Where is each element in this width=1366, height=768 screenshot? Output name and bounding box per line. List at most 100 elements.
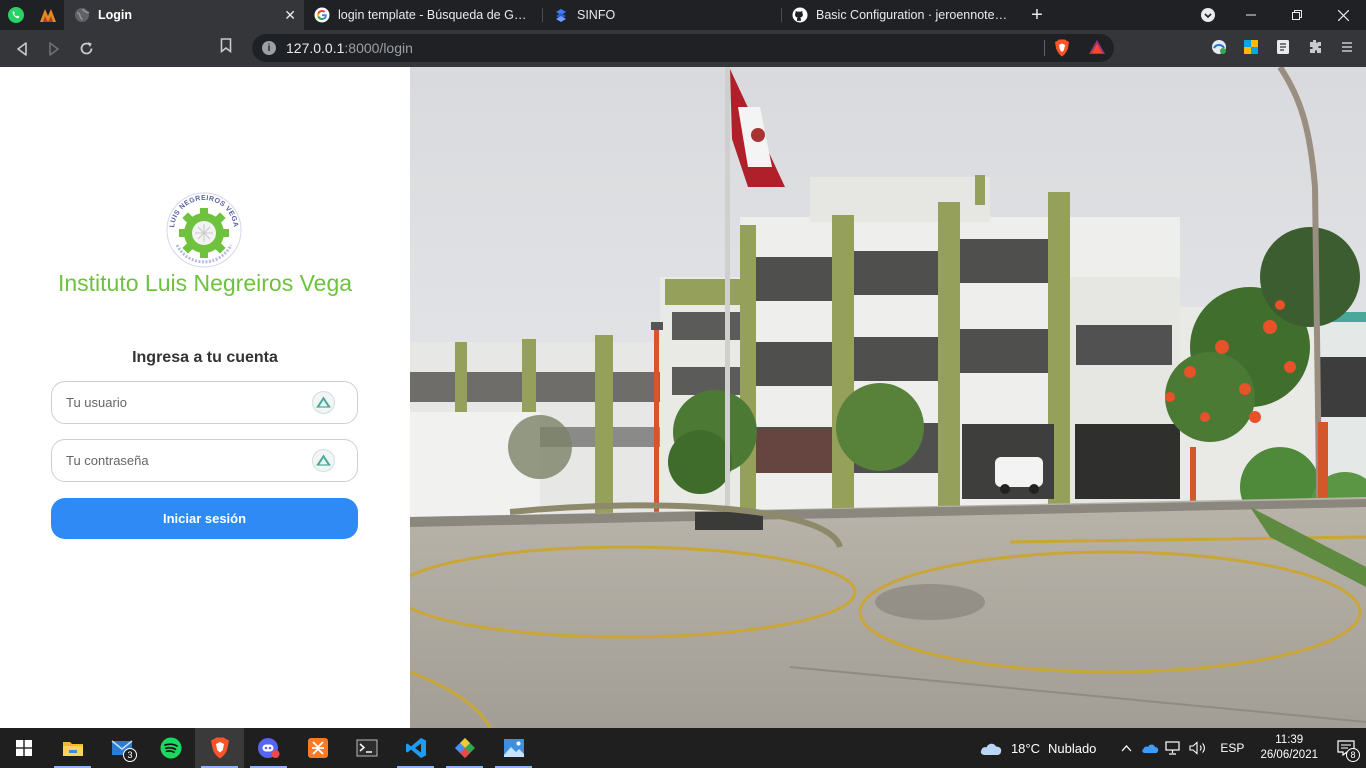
- spotify-icon: [160, 737, 181, 759]
- restore-icon: [1292, 10, 1302, 20]
- notification-badge: 8: [1346, 748, 1360, 762]
- shield-globe-icon: [1212, 40, 1226, 54]
- browser-toolbar: i 127.0.0.1:8000/login: [0, 30, 1366, 67]
- address-bar[interactable]: i 127.0.0.1:8000/login: [252, 34, 1114, 62]
- tab-google-search[interactable]: login template - Búsqueda de Google: [304, 0, 542, 30]
- weather-widget[interactable]: 18°C Nublado: [979, 740, 1096, 756]
- close-tab-icon[interactable]: ✕: [284, 7, 296, 24]
- start-button[interactable]: [0, 728, 48, 768]
- minimize-button[interactable]: [1228, 0, 1274, 30]
- user-field-icon: [312, 391, 335, 414]
- url-host: 127.0.0.1: [286, 40, 345, 56]
- volume-tray-button[interactable]: [1186, 741, 1210, 755]
- extension-notes[interactable]: [1272, 36, 1294, 58]
- campus-photo: [410, 67, 1366, 728]
- taskbar-terminal[interactable]: [342, 728, 391, 768]
- reload-button[interactable]: [70, 34, 102, 64]
- brave-shields-button[interactable]: [1054, 39, 1070, 62]
- taskbar-xampp[interactable]: [293, 728, 342, 768]
- tab-title: Login: [98, 8, 133, 22]
- globe-icon: [75, 8, 90, 22]
- bookmark-button[interactable]: [220, 38, 232, 56]
- username-input[interactable]: [66, 382, 306, 423]
- form-title: Ingresa a tu cuenta: [132, 349, 278, 366]
- minimize-icon: [1246, 14, 1256, 16]
- clock-date: 26/06/2021: [1260, 749, 1318, 761]
- taskbar-photos[interactable]: [489, 728, 538, 768]
- google-icon: [314, 7, 330, 23]
- back-button[interactable]: [6, 34, 38, 64]
- pinned-tab-rewards[interactable]: [32, 0, 64, 30]
- sinfo-icon: [556, 9, 566, 22]
- brave-rewards-icon: [40, 9, 56, 22]
- tab-sinfo[interactable]: SINFO: [543, 0, 781, 30]
- reload-icon: [80, 42, 92, 55]
- onedrive-tray-button[interactable]: [1138, 742, 1162, 754]
- tab-title: SINFO: [577, 8, 616, 22]
- login-button[interactable]: Iniciar sesión: [51, 498, 358, 539]
- url-path: :8000/login: [344, 40, 413, 56]
- password-field[interactable]: [51, 439, 358, 482]
- weather-temperature: 18°C: [1010, 740, 1040, 756]
- new-tab-button[interactable]: +: [1022, 0, 1052, 30]
- onedrive-icon: [1142, 744, 1159, 753]
- github-icon: [792, 7, 808, 23]
- password-field-icon: [312, 449, 335, 472]
- extension-microsoft[interactable]: [1240, 36, 1262, 58]
- taskbar-file-explorer[interactable]: [48, 728, 97, 768]
- input-language[interactable]: ESP: [1220, 741, 1244, 755]
- folder-icon: [62, 742, 83, 756]
- vscode-icon: [405, 738, 426, 758]
- tab-title: login template - Búsqueda de Google: [338, 8, 532, 22]
- institute-name: Instituto Luis Negreiros Vega: [57, 270, 353, 296]
- notification-center-button[interactable]: 8: [1326, 728, 1366, 768]
- xampp-icon: [307, 738, 328, 758]
- show-hidden-icons-button[interactable]: [1114, 744, 1138, 752]
- brave-rewards-icon: [1089, 40, 1105, 54]
- cloud-icon: [980, 743, 1002, 755]
- volume-icon: [1189, 741, 1206, 755]
- menu-icon: [1342, 42, 1352, 52]
- tab-search-button[interactable]: [1188, 0, 1228, 30]
- pinned-tab-whatsapp[interactable]: [0, 0, 32, 30]
- git-icon: [454, 738, 475, 758]
- brave-browser-icon: [210, 737, 229, 759]
- tab-login[interactable]: Login ✕: [64, 0, 304, 30]
- clock-time: 11:39: [1275, 734, 1304, 746]
- network-icon: [1165, 741, 1181, 755]
- login-panel: LUIS NEGREIROS VEGA Instituto Luis Negre…: [0, 67, 410, 728]
- windows-tiles-icon: [1244, 40, 1258, 54]
- taskbar-vscode[interactable]: [391, 728, 440, 768]
- restore-button[interactable]: [1274, 0, 1320, 30]
- document-icon: [1277, 40, 1289, 54]
- brave-rewards-button[interactable]: [1088, 39, 1106, 60]
- extensions-button[interactable]: [1304, 36, 1326, 58]
- tab-github[interactable]: Basic Configuration · jeroennoten/Lara: [782, 0, 1022, 30]
- taskbar-spotify[interactable]: [146, 728, 195, 768]
- windows-start-icon: [16, 740, 32, 756]
- info-icon[interactable]: i: [262, 41, 276, 55]
- taskbar-brave-browser[interactable]: [195, 728, 244, 768]
- bookmark-icon: [220, 38, 232, 54]
- tab-title: Basic Configuration · jeroennoten/Lara: [816, 8, 1012, 22]
- taskbar-mail[interactable]: 3: [97, 728, 146, 768]
- password-input[interactable]: [66, 440, 306, 481]
- extensions-icon: [1310, 40, 1321, 53]
- windows-taskbar: 3 18°C Nublado ESP 11:39 26/06/2021 8: [0, 728, 1366, 768]
- username-field[interactable]: [51, 381, 358, 424]
- taskbar-git-app[interactable]: [440, 728, 489, 768]
- extension-vpn[interactable]: [1208, 36, 1230, 58]
- brave-shields-icon: [1055, 39, 1069, 57]
- clock[interactable]: 11:39 26/06/2021: [1260, 733, 1318, 763]
- browser-tab-strip: Login ✕ login template - Búsqueda de Goo…: [0, 0, 1366, 30]
- taskbar-discord-app[interactable]: [244, 728, 293, 768]
- forward-button[interactable]: [38, 34, 70, 64]
- chevron-up-icon: [1121, 745, 1132, 752]
- menu-button[interactable]: [1336, 36, 1358, 58]
- back-icon: [17, 41, 27, 56]
- network-tray-button[interactable]: [1162, 741, 1186, 755]
- close-window-button[interactable]: [1320, 0, 1366, 30]
- terminal-icon: [356, 739, 377, 757]
- system-tray: 18°C Nublado ESP 11:39 26/06/2021 8: [979, 728, 1366, 768]
- forward-icon: [49, 41, 59, 56]
